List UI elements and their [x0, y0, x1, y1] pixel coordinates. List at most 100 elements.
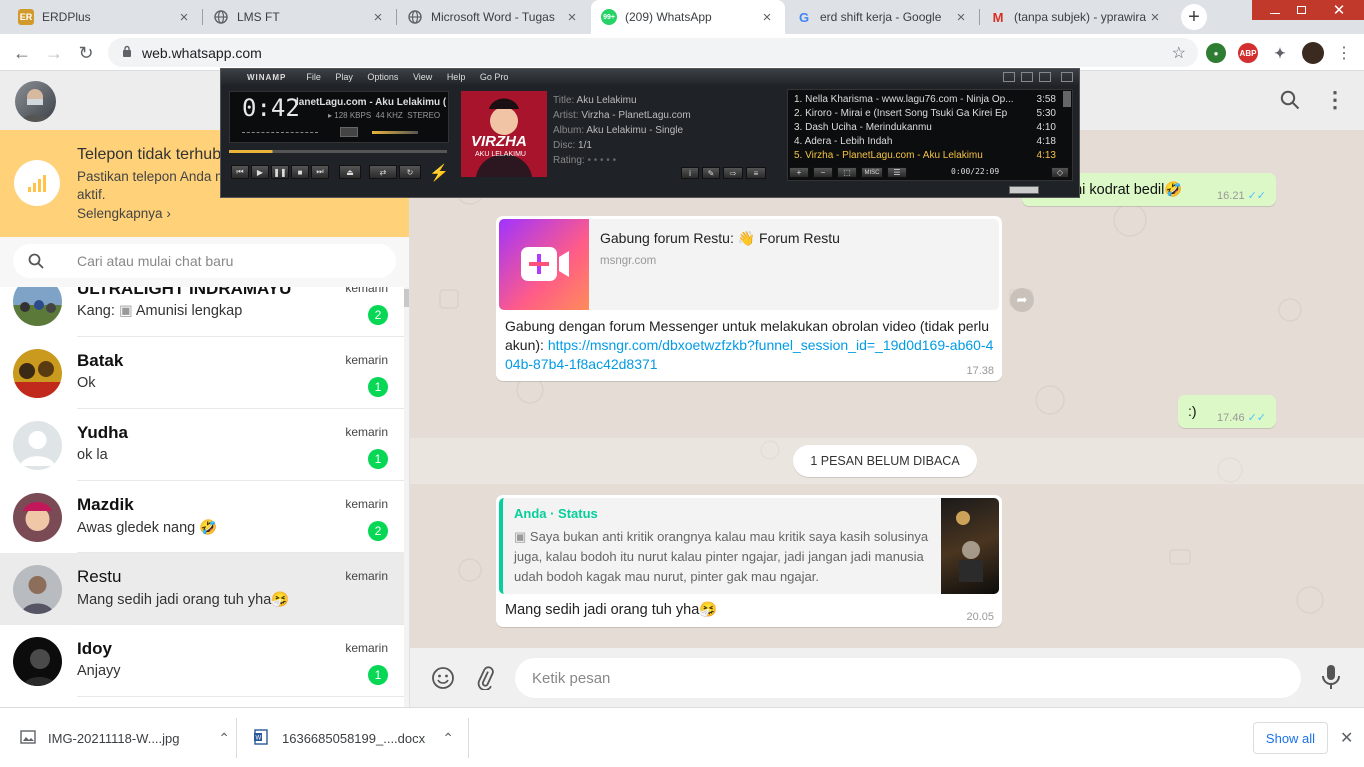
more-menu-icon[interactable]: ⋮	[1332, 41, 1356, 65]
close-icon[interactable]: ×	[176, 9, 192, 26]
winamp-menu-gopro[interactable]: Go Pro	[480, 72, 509, 82]
info-button[interactable]: i	[681, 167, 699, 179]
learn-more-link[interactable]: Selengkapnya ›	[77, 206, 171, 221]
incoming-reply-message[interactable]: Anda · Status ▣ Saya bukan anti kritik o…	[496, 495, 1002, 627]
search-input[interactable]: Cari atau mulai chat baru	[13, 244, 396, 278]
adblock-icon[interactable]: ABP	[1238, 43, 1258, 63]
chat-item-mazdik[interactable]: Mazdik Awas gledek nang 🤣 kemarin 2	[0, 481, 404, 553]
show-all-downloads-button[interactable]: Show all	[1253, 722, 1328, 754]
winamp-player[interactable]: WINAMP File Play Options View Help Go Pr…	[220, 68, 1080, 198]
unread-badge: 1	[368, 665, 388, 685]
chat-item-idoy[interactable]: Idoy Anjayy kemarin 1	[0, 625, 404, 697]
winamp-shade-button[interactable]	[1021, 72, 1033, 82]
options-button[interactable]: ≡	[746, 167, 766, 179]
message-link[interactable]: https://msngr.com/dbxoetwzfzkb?funnel_se…	[505, 337, 993, 372]
playlist-misc-button[interactable]: MISC	[861, 167, 883, 178]
send-button[interactable]: ⇨	[723, 167, 743, 179]
chat-preview: Mang sedih jadi orang tuh yha🤧	[77, 592, 290, 608]
winamp-menu-view[interactable]: View	[413, 72, 432, 82]
search-placeholder: Cari atau mulai chat baru	[77, 253, 234, 269]
playlist-item[interactable]: 2. Kiroro - Mirai e (Insert Song Tsuki G…	[794, 108, 1064, 119]
playlist-item[interactable]: 1. Nella Kharisma - www.lagu76.com - Nin…	[794, 94, 1064, 105]
address-bar[interactable]: web.whatsapp.com ☆	[108, 38, 1198, 67]
playlist-remove-button[interactable]: −	[813, 167, 833, 178]
chat-item-batak[interactable]: Batak Ok kemarin 1	[0, 337, 404, 409]
winamp-titlebar[interactable]: WINAMP File Play Options View Help Go Pr…	[221, 69, 1079, 85]
tab-microsoft-word[interactable]: Microsoft Word - Tugas ×	[397, 0, 590, 34]
tab-erdplus[interactable]: ER ERDPlus ×	[8, 0, 202, 34]
tab-lms-ft[interactable]: LMS FT ×	[203, 0, 396, 34]
winamp-resize-handle[interactable]	[1009, 186, 1039, 194]
playlist-scrollbar[interactable]	[1063, 91, 1071, 107]
tab-google-search[interactable]: G erd shift kerja - Google ×	[786, 0, 979, 34]
close-icon[interactable]: ×	[953, 9, 969, 26]
forward-icon[interactable]: ➦	[1010, 288, 1034, 312]
playlist-item-current[interactable]: 5. Virzha - PlanetLagu.com - Aku Lelakim…	[794, 150, 1064, 161]
link-preview-card[interactable]: Gabung forum Restu: 👋 Forum Restu msngr.…	[499, 219, 999, 310]
close-icon[interactable]: ×	[1147, 9, 1163, 26]
close-icon[interactable]: ×	[564, 9, 580, 26]
forward-button[interactable]: →	[42, 41, 66, 65]
quoted-status[interactable]: Anda · Status ▣ Saya bukan anti kritik o…	[499, 498, 999, 594]
chat-list: ULTRALIGHT INDRAMAYU Kang: ▣ Amunisi len…	[0, 287, 404, 707]
winamp-mute-button[interactable]	[340, 127, 358, 137]
close-downloads-icon[interactable]: ✕	[1340, 728, 1353, 748]
unread-badge: 1	[368, 449, 388, 469]
close-icon[interactable]: ×	[370, 9, 386, 26]
winamp-repeat-button[interactable]: ↻	[399, 165, 421, 179]
winamp-pause-button[interactable]: ❚❚	[271, 165, 289, 179]
playlist-list-button[interactable]: ☰	[887, 167, 907, 178]
tab-gmail[interactable]: M (tanpa subjek) - yprawira ×	[980, 0, 1173, 34]
my-avatar[interactable]	[15, 81, 56, 122]
attach-icon[interactable]	[473, 666, 497, 693]
microphone-icon[interactable]	[1320, 664, 1342, 693]
winamp-volume-slider[interactable]	[372, 131, 418, 134]
chat-item-yudha[interactable]: Yudha ok la kemarin 1	[0, 409, 404, 481]
restore-button[interactable]	[1284, 0, 1318, 20]
winamp-menu-help[interactable]: Help	[447, 72, 466, 82]
chat-item-restu[interactable]: Restu Mang sedih jadi orang tuh yha🤧 kem…	[0, 553, 404, 625]
puzzle-icon[interactable]: ✦	[1270, 43, 1290, 63]
playlist-menu-button[interactable]: ◇	[1051, 167, 1069, 178]
playlist-item[interactable]: 4. Adera - Lebih Indah 4:18	[794, 136, 1064, 147]
playlist-item[interactable]: 3. Dash Uciha - Merindukanmu 4:10	[794, 122, 1064, 133]
winamp-menu-options[interactable]: Options	[367, 72, 398, 82]
reload-button[interactable]: ↻	[74, 41, 98, 65]
winamp-maximize-button[interactable]	[1039, 72, 1051, 82]
outgoing-message[interactable]: :) 17.46 ✓✓	[1178, 395, 1276, 428]
winamp-close-button[interactable]	[1061, 72, 1073, 82]
new-tab-button[interactable]: +	[1181, 4, 1207, 30]
emoji-icon[interactable]	[431, 666, 455, 693]
download-item[interactable]: W 1636685058199_....docx ⌃	[254, 708, 454, 767]
extension-globe-icon[interactable]: ●	[1206, 43, 1226, 63]
link-domain: msngr.com	[600, 255, 657, 267]
winamp-shuffle-button[interactable]: ⇄	[369, 165, 397, 179]
message-input[interactable]: Ketik pesan	[515, 658, 1301, 698]
incoming-link-message[interactable]: Gabung forum Restu: 👋 Forum Restu msngr.…	[496, 216, 1002, 381]
playlist-add-button[interactable]: +	[789, 167, 809, 178]
winamp-eject-button[interactable]: ⏏	[339, 165, 361, 179]
winamp-stop-button[interactable]: ■	[291, 165, 309, 179]
menu-icon[interactable]: ⋮	[1324, 87, 1346, 113]
winamp-menu-play[interactable]: Play	[335, 72, 353, 82]
chat-item-ultralight[interactable]: ULTRALIGHT INDRAMAYU Kang: ▣ Amunisi len…	[0, 287, 404, 337]
back-button[interactable]: ←	[10, 41, 34, 65]
chat-name: Yudha	[77, 423, 129, 442]
winamp-next-button[interactable]: ⏭	[311, 165, 329, 179]
close-icon[interactable]: ×	[759, 9, 775, 26]
tab-whatsapp[interactable]: 99+ (209) WhatsApp ×	[591, 0, 785, 34]
winamp-minimize-button[interactable]	[1003, 72, 1015, 82]
playlist-select-button[interactable]: ⬚	[837, 167, 857, 178]
winamp-prev-button[interactable]: ⏮	[231, 165, 249, 179]
search-icon[interactable]	[1280, 90, 1300, 113]
star-icon[interactable]: ☆	[1172, 43, 1186, 63]
profile-avatar[interactable]	[1302, 42, 1324, 64]
close-window-button[interactable]: ✕	[1322, 0, 1356, 20]
chevron-up-icon[interactable]: ⌃	[218, 730, 230, 747]
edit-button[interactable]: ✎	[702, 167, 720, 179]
winamp-seek-bar[interactable]	[229, 150, 447, 153]
chevron-up-icon[interactable]: ⌃	[442, 730, 454, 747]
winamp-play-button[interactable]: ▶	[251, 165, 269, 179]
winamp-menu-file[interactable]: File	[306, 72, 321, 82]
download-item[interactable]: IMG-20211118-W....jpg ⌃	[20, 708, 230, 767]
